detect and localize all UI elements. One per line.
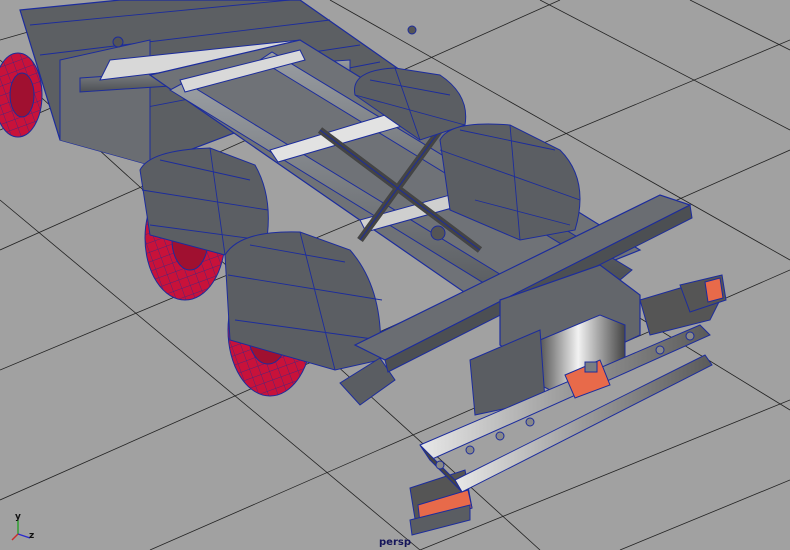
grid-line [539, 0, 790, 131]
truck-chassis-model[interactable] [0, 0, 727, 536]
perspective-viewport[interactable]: y z persp [0, 0, 790, 550]
front-left-wheel[interactable] [0, 52, 43, 138]
grid-line [689, 0, 790, 51]
scene-render[interactable] [0, 0, 790, 550]
y-axis-label: y [15, 512, 21, 522]
camera-name-label: persp [379, 537, 411, 548]
